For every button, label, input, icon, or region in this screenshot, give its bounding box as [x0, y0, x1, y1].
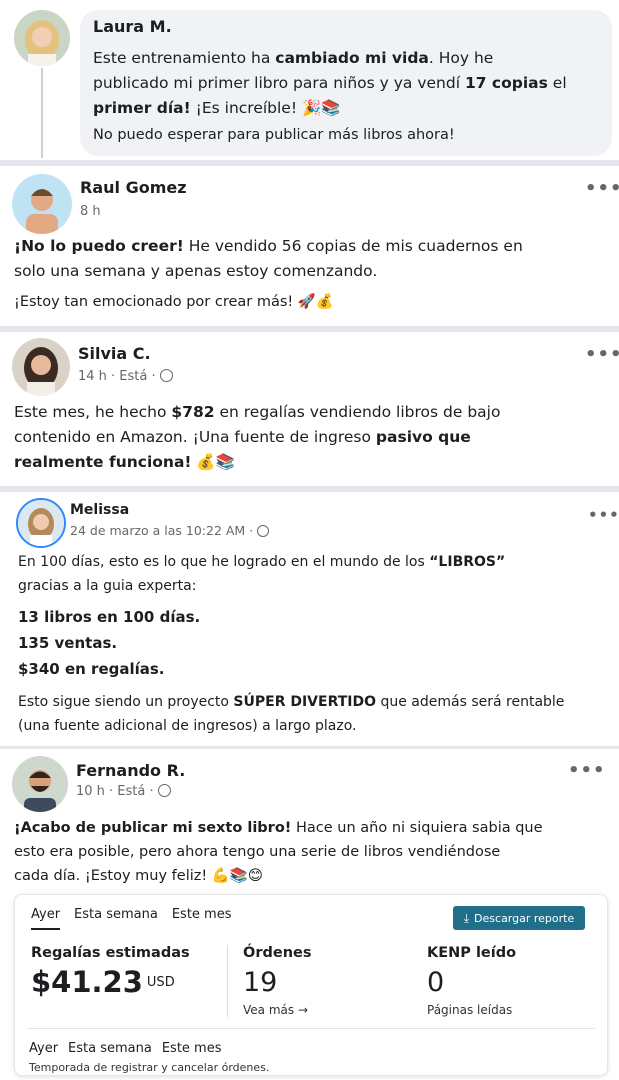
post-time[interactable]: 8 h	[80, 204, 101, 219]
post-time[interactable]: 10 h · Está ·	[76, 784, 171, 799]
author-name[interactable]: Melissa	[70, 502, 129, 518]
card-separator	[27, 1028, 595, 1029]
download-report-button[interactable]: ⤓ Descargar reporte	[453, 906, 585, 930]
thread-line	[41, 68, 43, 158]
stat-sales: 135 ventas.	[18, 634, 118, 652]
orders-value: 19	[243, 967, 278, 998]
stat-books: 13 libros en 100 días.	[18, 608, 201, 626]
post-melissa: Melissa 24 de marzo a las 10:22 AM · •••…	[0, 492, 619, 748]
author-name[interactable]: Fernando R.	[76, 761, 185, 780]
post-text: Este mes, he hecho $782 en regalías vend…	[14, 403, 501, 471]
column-divider	[227, 945, 228, 1017]
post-time[interactable]: 14 h · Está ·	[78, 369, 173, 384]
tab-esta-semana[interactable]: Esta semana	[68, 1041, 152, 1056]
download-icon: ⤓	[463, 910, 470, 925]
comment-text: Este entrenamiento ha cambiado mi vida. …	[93, 49, 567, 143]
tab-ayer[interactable]: Ayer	[29, 1041, 58, 1056]
footer-note: Temporada de registrar y cancelar órdene…	[29, 1061, 270, 1074]
author-name[interactable]: Laura M.	[93, 17, 172, 36]
globe-icon	[159, 369, 173, 382]
post-fernando: Fernando R. 10 h · Está · ••• ¡Acabo de …	[0, 750, 619, 890]
tab-esta-semana[interactable]: Esta semana	[74, 907, 158, 930]
bottom-period-tabs: Ayer Esta semana Este mes	[29, 1041, 222, 1056]
globe-icon	[157, 784, 171, 797]
period-tabs: Ayer Esta semana Este mes	[31, 907, 232, 930]
see-more-link[interactable]: Vea más →	[243, 1003, 308, 1017]
more-options-icon[interactable]: •••	[585, 344, 619, 365]
kenp-sub: Páginas leídas	[427, 1003, 513, 1017]
orders-label: Órdenes	[243, 945, 312, 961]
tab-este-mes[interactable]: Este mes	[172, 907, 232, 930]
post-raul: Raul Gomez 8 h ••• ¡No lo puedo creer! H…	[0, 166, 619, 326]
globe-icon	[257, 525, 270, 537]
avatar[interactable]	[14, 10, 70, 66]
tab-ayer[interactable]: Ayer	[31, 907, 61, 930]
more-options-icon[interactable]: •••	[568, 760, 606, 781]
more-options-icon[interactable]: •••	[585, 178, 619, 199]
royalties-report-card: Ayer Esta semana Este mes ⤓ Descargar re…	[14, 894, 608, 1076]
author-name[interactable]: Raul Gomez	[80, 178, 187, 197]
author-name[interactable]: Silvia C.	[78, 344, 151, 363]
post-silvia: Silvia C. 14 h · Está · ••• Este mes, he…	[0, 332, 619, 486]
post-time[interactable]: 24 de marzo a las 10:22 AM ·	[70, 523, 270, 538]
post-laura: Laura M. Este entrenamiento ha cambiado …	[0, 0, 619, 160]
divider	[0, 746, 619, 749]
kenp-value: 0	[427, 967, 445, 998]
avatar[interactable]	[12, 756, 68, 812]
stat-royalties: $340 en regalías.	[18, 660, 165, 678]
avatar[interactable]	[12, 338, 70, 396]
avatar[interactable]	[12, 174, 72, 234]
post-text: En 100 días, esto es lo que he logrado e…	[18, 550, 614, 738]
more-options-icon[interactable]: •••	[588, 506, 619, 524]
royalties-label: Regalías estimadas	[31, 945, 190, 961]
post-text: ¡No lo puedo creer! He vendido 56 copias…	[14, 237, 523, 310]
kenp-label: KENP leído	[427, 945, 517, 961]
royalties-value: $41.23 USD	[31, 965, 175, 999]
post-text: ¡Acabo de publicar mi sexto libro! Hace …	[14, 820, 543, 884]
tab-este-mes[interactable]: Este mes	[162, 1041, 222, 1056]
avatar[interactable]	[16, 498, 66, 548]
